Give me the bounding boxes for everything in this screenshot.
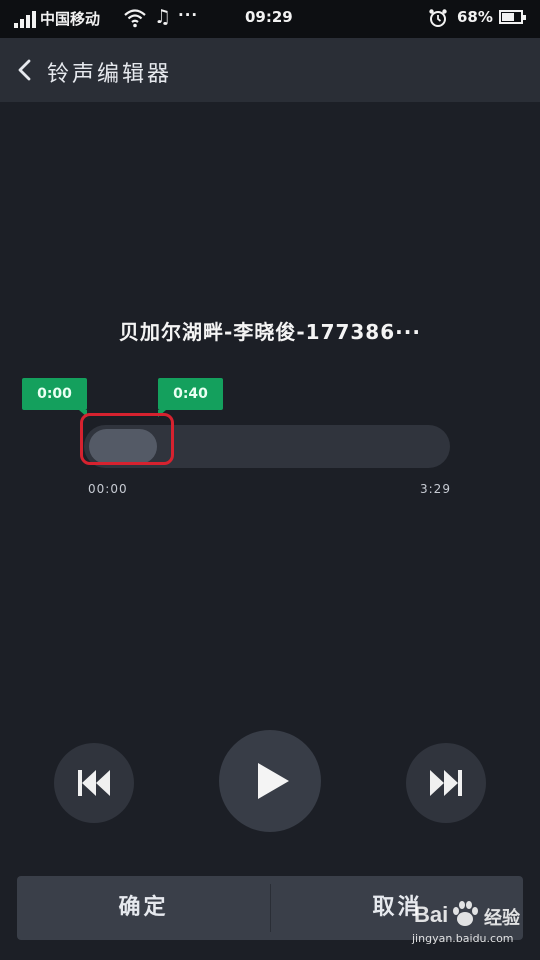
play-icon [258,763,289,799]
confirm-button[interactable]: 确定 [17,876,270,940]
song-title: 贝加尔湖畔-李晓俊-177386··· [119,320,421,344]
wifi-icon [124,9,146,28]
music-note-icon: ♫ [154,6,172,28]
signal-icon [14,10,38,28]
end-time-marker-label: 0:40 [173,386,208,402]
watermark-brand: Bai [414,902,449,927]
page-title: 铃声编辑器 [47,62,173,87]
battery-percentage: 68% [457,8,493,26]
end-time-marker[interactable]: 0:40 [158,378,223,417]
alarm-icon [429,9,447,27]
baidu-watermark: Bai 经验 jingyan.baidu.com [410,900,536,952]
start-time-marker-label: 0:00 [37,386,72,402]
start-time-marker[interactable]: 0:00 [22,378,87,417]
skip-previous-icon [78,770,110,796]
chevron-left-icon[interactable] [12,56,40,84]
play-button[interactable] [219,730,321,832]
app-header: 铃声编辑器 [0,38,540,102]
skip-previous-button[interactable] [54,743,134,823]
more-notifications-indicator: ··· [178,6,199,24]
watermark-brand-cn: 经验 [484,908,520,929]
battery-icon [499,10,526,24]
track-start-time: 00:00 [88,482,128,496]
skip-next-button[interactable] [406,743,486,823]
ringtone-editor-screen: 中国移动 ♫ ··· 09:29 68% 铃声编辑器 贝加尔湖畔-李晓俊-177… [0,0,540,960]
watermark-url: jingyan.baidu.com [412,932,514,945]
carrier-name: 中国移动 [40,10,101,28]
status-bar: 中国移动 ♫ ··· 09:29 68% [0,0,540,38]
status-time: 09:29 [245,8,293,26]
track-end-time: 3:29 [420,482,451,496]
highlight-annotation [80,413,174,465]
skip-next-icon [430,770,462,796]
paw-icon [453,901,478,926]
